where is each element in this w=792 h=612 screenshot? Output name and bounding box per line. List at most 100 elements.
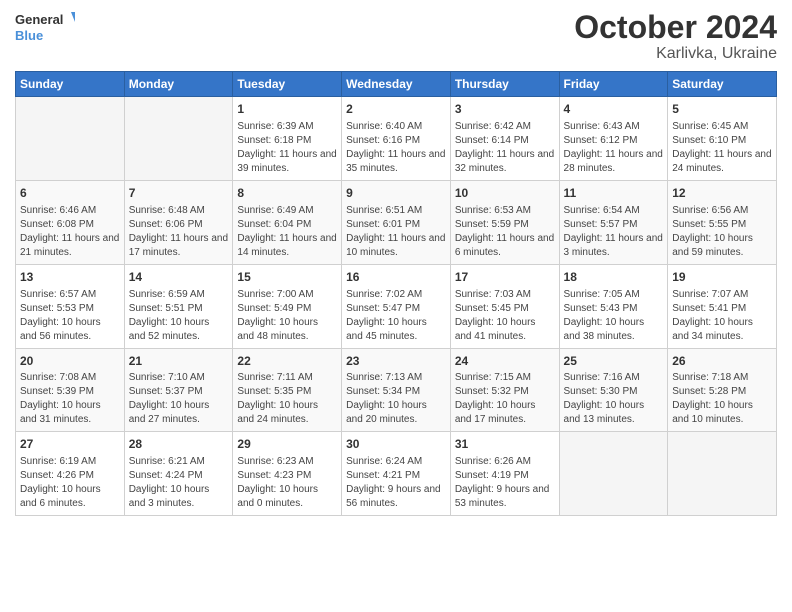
day-info: Sunrise: 7:03 AMSunset: 5:45 PMDaylight:…: [455, 288, 555, 344]
day-info: Sunrise: 6:43 AMSunset: 6:12 PMDaylight:…: [564, 120, 664, 176]
day-info: Sunrise: 6:42 AMSunset: 6:14 PMDaylight:…: [455, 120, 555, 176]
calendar-cell: 3 Sunrise: 6:42 AMSunset: 6:14 PMDaylight…: [450, 97, 559, 181]
day-info: Sunrise: 7:15 AMSunset: 5:32 PMDaylight:…: [455, 371, 555, 427]
calendar-cell: 12 Sunrise: 6:56 AMSunset: 5:55 PMDayligh…: [668, 180, 777, 264]
day-info: Sunrise: 7:00 AMSunset: 5:49 PMDaylight:…: [237, 288, 337, 344]
day-number: 4: [564, 101, 664, 118]
calendar-cell: [668, 432, 777, 516]
calendar-cell: 23Sunrise: 7:13 AMSunset: 5:34 PMDayligh…: [342, 348, 451, 432]
calendar-cell: 24Sunrise: 7:15 AMSunset: 5:32 PMDayligh…: [450, 348, 559, 432]
day-info: Sunrise: 6:21 AMSunset: 4:24 PMDaylight:…: [129, 455, 229, 511]
day-info: Sunrise: 7:08 AMSunset: 5:39 PMDaylight:…: [20, 371, 120, 427]
day-number: 29: [237, 436, 337, 453]
header-friday: Friday: [559, 72, 668, 97]
calendar-week-row: 20Sunrise: 7:08 AMSunset: 5:39 PMDayligh…: [16, 348, 777, 432]
calendar-cell: 21Sunrise: 7:10 AMSunset: 5:37 PMDayligh…: [124, 348, 233, 432]
calendar-cell: [16, 97, 125, 181]
day-info: Sunrise: 6:40 AMSunset: 6:16 PMDaylight:…: [346, 120, 446, 176]
day-info: Sunrise: 6:24 AMSunset: 4:21 PMDaylight:…: [346, 455, 446, 511]
header: General Blue October 2024 Karlivka, Ukra…: [15, 10, 777, 63]
calendar-cell: 20Sunrise: 7:08 AMSunset: 5:39 PMDayligh…: [16, 348, 125, 432]
day-number: 18: [564, 269, 664, 286]
calendar-cell: 7Sunrise: 6:48 AMSunset: 6:06 PMDaylight…: [124, 180, 233, 264]
calendar-cell: 13 Sunrise: 6:57 AMSunset: 5:53 PMDayligh…: [16, 264, 125, 348]
calendar-cell: 6 Sunrise: 6:46 AMSunset: 6:08 PMDaylight…: [16, 180, 125, 264]
header-monday: Monday: [124, 72, 233, 97]
calendar-cell: 16 Sunrise: 7:02 AMSunset: 5:47 PMDayligh…: [342, 264, 451, 348]
calendar-cell: 25Sunrise: 7:16 AMSunset: 5:30 PMDayligh…: [559, 348, 668, 432]
day-info: Sunrise: 7:05 AMSunset: 5:43 PMDaylight:…: [564, 288, 664, 344]
calendar-cell: 18 Sunrise: 7:05 AMSunset: 5:43 PMDayligh…: [559, 264, 668, 348]
day-info: Sunrise: 6:26 AMSunset: 4:19 PMDaylight:…: [455, 455, 555, 511]
calendar-cell: 27 Sunrise: 6:19 AMSunset: 4:26 PMDayligh…: [16, 432, 125, 516]
day-number: 19: [672, 269, 772, 286]
day-number: 8: [237, 185, 337, 202]
day-info: Sunrise: 6:46 AMSunset: 6:08 PMDaylight:…: [20, 204, 120, 260]
calendar-cell: 26Sunrise: 7:18 AMSunset: 5:28 PMDayligh…: [668, 348, 777, 432]
day-number: 25: [564, 353, 664, 370]
calendar-week-row: 13 Sunrise: 6:57 AMSunset: 5:53 PMDayligh…: [16, 264, 777, 348]
day-info: Sunrise: 7:13 AMSunset: 5:34 PMDaylight:…: [346, 371, 446, 427]
calendar-subtitle: Karlivka, Ukraine: [574, 45, 777, 63]
calendar-cell: 14Sunrise: 6:59 AMSunset: 5:51 PMDayligh…: [124, 264, 233, 348]
day-number: 30: [346, 436, 446, 453]
day-info: Sunrise: 6:49 AMSunset: 6:04 PMDaylight:…: [237, 204, 337, 260]
calendar-cell: 17 Sunrise: 7:03 AMSunset: 5:45 PMDayligh…: [450, 264, 559, 348]
calendar-cell: 29 Sunrise: 6:23 AMSunset: 4:23 PMDayligh…: [233, 432, 342, 516]
day-number: 3: [455, 101, 555, 118]
calendar-cell: 22Sunrise: 7:11 AMSunset: 5:35 PMDayligh…: [233, 348, 342, 432]
day-number: 6: [20, 185, 120, 202]
day-info: Sunrise: 6:54 AMSunset: 5:57 PMDaylight:…: [564, 204, 664, 260]
day-number: 23: [346, 353, 446, 370]
day-number: 13: [20, 269, 120, 286]
day-number: 27: [20, 436, 120, 453]
calendar-week-row: 1Sunrise: 6:39 AMSunset: 6:18 PMDaylight…: [16, 97, 777, 181]
calendar-cell: 15 Sunrise: 7:00 AMSunset: 5:49 PMDayligh…: [233, 264, 342, 348]
svg-text:General: General: [15, 12, 63, 27]
calendar-cell: 9Sunrise: 6:51 AMSunset: 6:01 PMDaylight…: [342, 180, 451, 264]
day-info: Sunrise: 7:02 AMSunset: 5:47 PMDaylight:…: [346, 288, 446, 344]
calendar-cell: 10 Sunrise: 6:53 AMSunset: 5:59 PMDayligh…: [450, 180, 559, 264]
calendar-title: October 2024: [574, 10, 777, 45]
day-info: Sunrise: 6:23 AMSunset: 4:23 PMDaylight:…: [237, 455, 337, 511]
day-number: 5: [672, 101, 772, 118]
title-block: October 2024 Karlivka, Ukraine: [574, 10, 777, 63]
calendar-cell: 1Sunrise: 6:39 AMSunset: 6:18 PMDaylight…: [233, 97, 342, 181]
day-number: 31: [455, 436, 555, 453]
day-info: Sunrise: 7:18 AMSunset: 5:28 PMDaylight:…: [672, 371, 772, 427]
day-number: 17: [455, 269, 555, 286]
calendar-cell: [124, 97, 233, 181]
day-number: 10: [455, 185, 555, 202]
calendar-cell: 5 Sunrise: 6:45 AMSunset: 6:10 PMDaylight…: [668, 97, 777, 181]
day-number: 2: [346, 101, 446, 118]
calendar-week-row: 27 Sunrise: 6:19 AMSunset: 4:26 PMDayligh…: [16, 432, 777, 516]
day-info: Sunrise: 6:51 AMSunset: 6:01 PMDaylight:…: [346, 204, 446, 260]
logo: General Blue: [15, 10, 75, 46]
svg-text:Blue: Blue: [15, 28, 43, 43]
day-number: 15: [237, 269, 337, 286]
day-number: 14: [129, 269, 229, 286]
day-number: 16: [346, 269, 446, 286]
calendar-cell: [559, 432, 668, 516]
header-thursday: Thursday: [450, 72, 559, 97]
day-info: Sunrise: 6:53 AMSunset: 5:59 PMDaylight:…: [455, 204, 555, 260]
day-number: 24: [455, 353, 555, 370]
day-info: Sunrise: 7:16 AMSunset: 5:30 PMDaylight:…: [564, 371, 664, 427]
day-number: 12: [672, 185, 772, 202]
weekday-header-row: Sunday Monday Tuesday Wednesday Thursday…: [16, 72, 777, 97]
day-number: 21: [129, 353, 229, 370]
header-sunday: Sunday: [16, 72, 125, 97]
day-number: 11: [564, 185, 664, 202]
header-saturday: Saturday: [668, 72, 777, 97]
calendar-cell: 2 Sunrise: 6:40 AMSunset: 6:16 PMDaylight…: [342, 97, 451, 181]
day-info: Sunrise: 6:45 AMSunset: 6:10 PMDaylight:…: [672, 120, 772, 176]
day-info: Sunrise: 6:39 AMSunset: 6:18 PMDaylight:…: [237, 120, 337, 176]
day-info: Sunrise: 6:19 AMSunset: 4:26 PMDaylight:…: [20, 455, 120, 511]
day-info: Sunrise: 6:56 AMSunset: 5:55 PMDaylight:…: [672, 204, 772, 260]
page: General Blue October 2024 Karlivka, Ukra…: [0, 0, 792, 612]
calendar-cell: 28 Sunrise: 6:21 AMSunset: 4:24 PMDayligh…: [124, 432, 233, 516]
day-info: Sunrise: 6:57 AMSunset: 5:53 PMDaylight:…: [20, 288, 120, 344]
day-info: Sunrise: 7:10 AMSunset: 5:37 PMDaylight:…: [129, 371, 229, 427]
calendar-cell: 19Sunrise: 7:07 AMSunset: 5:41 PMDayligh…: [668, 264, 777, 348]
day-number: 28: [129, 436, 229, 453]
